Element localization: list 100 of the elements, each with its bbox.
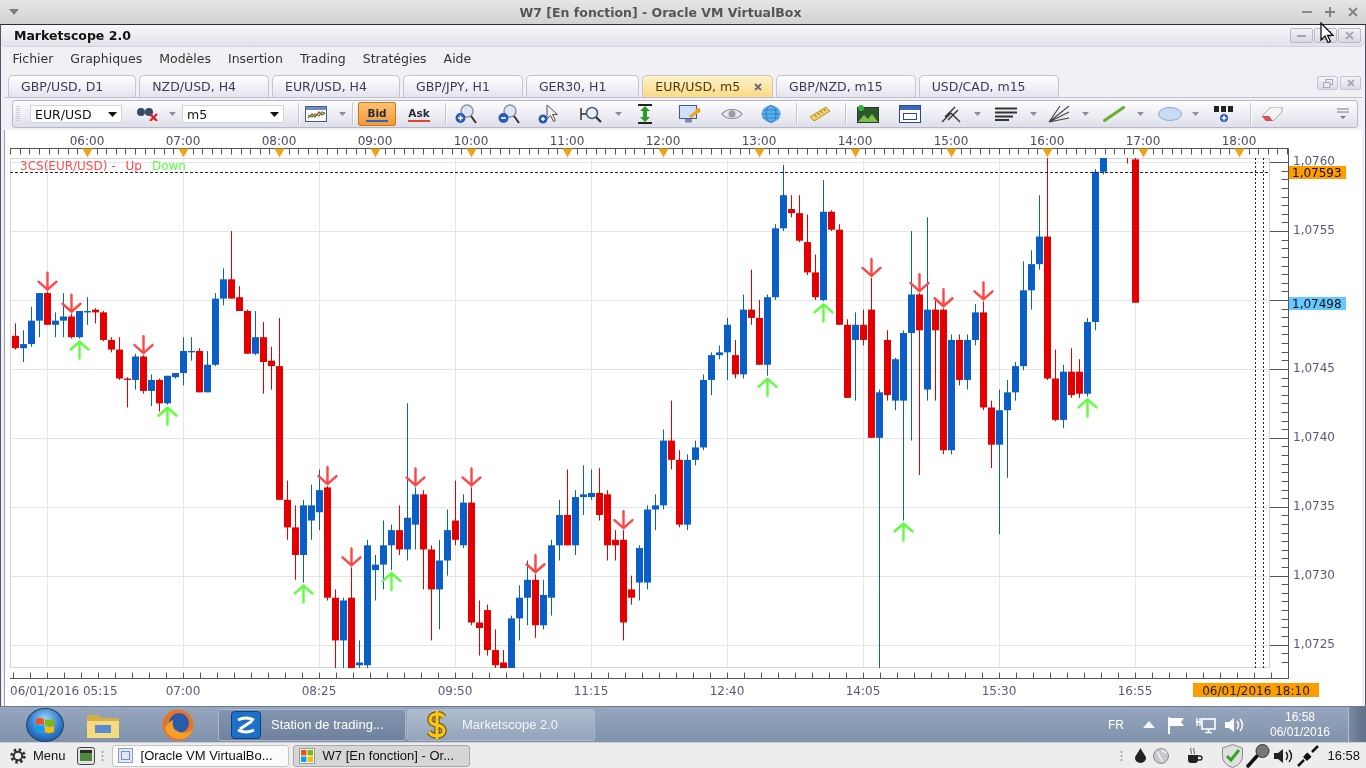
lines-icon[interactable] — [995, 107, 1017, 121]
glasses-icon[interactable] — [136, 107, 158, 121]
hour-marker-icon — [178, 148, 189, 158]
time-label: 16:00 — [1029, 133, 1065, 148]
hour-marker-icon — [658, 148, 669, 158]
zoom-icon[interactable] — [580, 105, 602, 123]
text-tool-icon[interactable] — [1214, 106, 1234, 122]
time-label: 15:30 — [981, 684, 1017, 698]
menu-item[interactable]: Aide — [435, 51, 480, 66]
menu-item[interactable]: Graphiques — [61, 51, 151, 66]
plug-icon[interactable] — [1297, 744, 1320, 767]
close-button[interactable] — [1338, 28, 1361, 43]
time-label: 16:55 — [1117, 684, 1153, 698]
time-label: 08:00 — [261, 133, 297, 148]
price-label: 1,0735 — [1293, 498, 1335, 513]
close-icon[interactable] — [1348, 7, 1358, 17]
time-label: 15:00 — [933, 133, 969, 148]
window-menu-icon[interactable] — [9, 9, 19, 15]
hour-marker-icon — [1042, 148, 1053, 158]
hour-marker-icon — [370, 148, 381, 158]
picture-icon[interactable] — [857, 105, 879, 123]
gear-icon[interactable] — [10, 747, 26, 764]
restore-button[interactable] — [1317, 76, 1338, 90]
flag-icon[interactable] — [1167, 715, 1187, 734]
time-label: 09:00 — [357, 133, 393, 148]
time-label: 10:00 — [453, 133, 489, 148]
time-label: 14:00 — [837, 133, 873, 148]
caret-icon[interactable] — [270, 111, 279, 117]
microphone-icon[interactable] — [1245, 743, 1271, 768]
tab[interactable]: EUR/USD, H4 — [272, 75, 400, 97]
time-label: 13:00 — [741, 133, 777, 148]
menu-item[interactable]: Trading — [291, 51, 355, 66]
price-button[interactable]: Ask — [400, 102, 438, 126]
start-button[interactable] — [26, 707, 64, 742]
zoom-in-icon[interactable] — [455, 104, 477, 124]
zoom-out-icon[interactable] — [498, 104, 520, 124]
globe-icon[interactable] — [1153, 747, 1170, 764]
window-icon[interactable] — [899, 105, 921, 123]
maximize-icon[interactable] — [1325, 7, 1335, 17]
vertical-arrows-icon[interactable] — [637, 104, 653, 124]
windows-logo-icon[interactable] — [35, 715, 55, 734]
close-icon[interactable] — [754, 82, 763, 91]
close-icon[interactable] — [1345, 31, 1354, 40]
handle-icon — [100, 749, 104, 762]
menu-button[interactable]: Menu — [6, 747, 70, 764]
ellipse-icon[interactable] — [1158, 107, 1182, 121]
minimize-icon[interactable] — [1297, 34, 1306, 37]
hour-marker-icon — [1234, 148, 1245, 158]
line-icon[interactable] — [1103, 106, 1125, 122]
pitchfork-icon[interactable] — [941, 105, 961, 123]
drop-icon[interactable] — [1135, 748, 1147, 763]
close-icon[interactable] — [1346, 79, 1355, 87]
overflow-menu-icon[interactable] — [1337, 108, 1349, 120]
browser-icon[interactable] — [162, 708, 194, 741]
time-label: 17:00 — [1125, 133, 1161, 148]
symbol-dropdown[interactable]: EUR/USD — [30, 105, 122, 123]
screen-icon[interactable] — [76, 746, 95, 765]
globe-icon[interactable] — [761, 105, 781, 123]
price-label: 1,0745 — [1293, 360, 1335, 375]
tab[interactable]: GBP/NZD, m15 — [776, 75, 916, 97]
chevron-up-icon[interactable] — [1143, 721, 1155, 728]
restore-icon[interactable] — [1322, 78, 1333, 88]
speaker-icon[interactable] — [1273, 747, 1294, 764]
time-label: 18:00 — [1221, 133, 1257, 148]
windows-logo-icon[interactable] — [298, 747, 315, 764]
tab[interactable]: GBP/USD, D1 — [8, 75, 137, 97]
tab[interactable]: NZD/USD, H4 — [139, 75, 269, 97]
menu-item[interactable]: Fichier — [4, 51, 62, 66]
price-button[interactable]: Bid — [358, 102, 396, 126]
hour-marker-icon — [1138, 148, 1149, 158]
minimize-button[interactable] — [1290, 28, 1313, 43]
tab[interactable]: GER30, H1 — [525, 75, 640, 97]
menu-item[interactable]: Modèles — [150, 51, 220, 66]
monitor-icon[interactable] — [679, 105, 701, 123]
tab[interactable]: EUR/USD, m5 — [642, 75, 774, 97]
menu-item[interactable]: Stratégies — [354, 51, 436, 66]
line-chart-icon[interactable] — [305, 106, 327, 122]
eye-icon[interactable] — [721, 107, 743, 121]
taskbar-button[interactable]: [Oracle VM VirtualBo... — [111, 744, 289, 767]
price-tag: 1,07593 — [1289, 166, 1346, 180]
fan-lines-icon[interactable] — [1048, 105, 1070, 123]
close-button[interactable] — [1340, 76, 1361, 90]
show-desktop-button[interactable] — [1348, 707, 1366, 742]
ruler-icon[interactable] — [809, 107, 831, 121]
timeframe-dropdown[interactable]: m5 — [182, 105, 284, 123]
clock-time[interactable]: 16:58 — [1327, 748, 1360, 763]
time-label: 07:00 — [165, 684, 201, 698]
network-icon[interactable] — [1196, 715, 1216, 734]
app-icon[interactable] — [231, 710, 261, 739]
tab[interactable]: GBP/JPY, H1 — [402, 75, 523, 97]
hour-marker-icon — [946, 148, 957, 158]
taskbar-button[interactable]: W7 [En fonction] - Or... — [292, 744, 470, 767]
caret-icon[interactable] — [108, 111, 117, 117]
eraser-icon[interactable] — [1261, 107, 1283, 121]
tab[interactable]: USD/CAD, m15 — [918, 75, 1059, 97]
legend-label: Down — [151, 159, 186, 173]
cup-icon[interactable] — [1186, 747, 1204, 764]
dollar-sign-icon[interactable] — [426, 709, 448, 740]
menu-item[interactable]: Insertion — [219, 51, 292, 66]
pointer-icon[interactable] — [538, 104, 560, 124]
